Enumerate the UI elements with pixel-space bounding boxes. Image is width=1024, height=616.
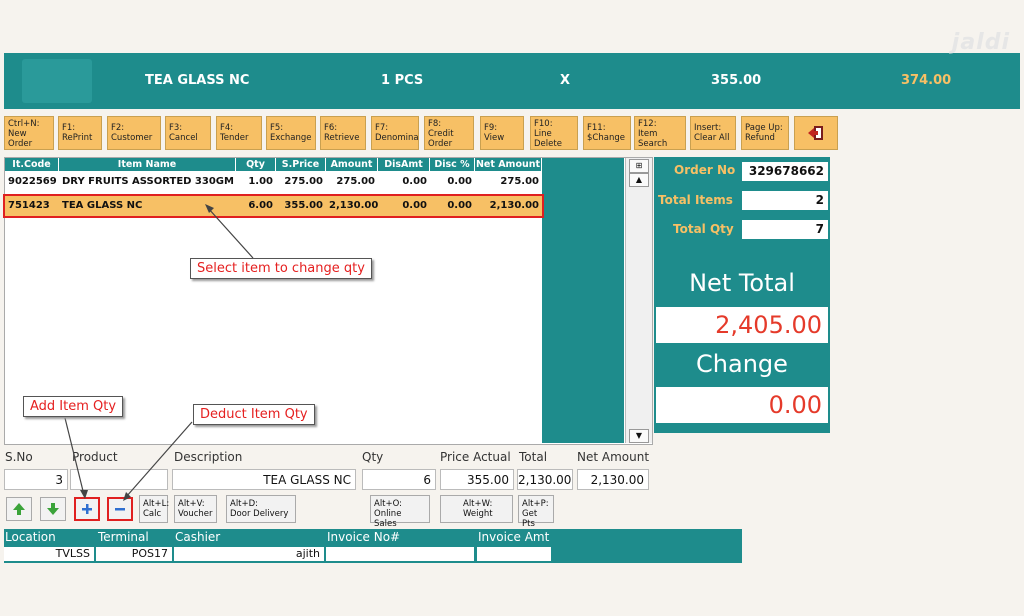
select-item-callout: Select item to change qty [190,258,372,279]
deduct-qty-callout: Deduct Item Qty [193,404,315,425]
add-qty-callout: Add Item Qty [23,396,124,417]
annotation-arrows [64,204,254,501]
